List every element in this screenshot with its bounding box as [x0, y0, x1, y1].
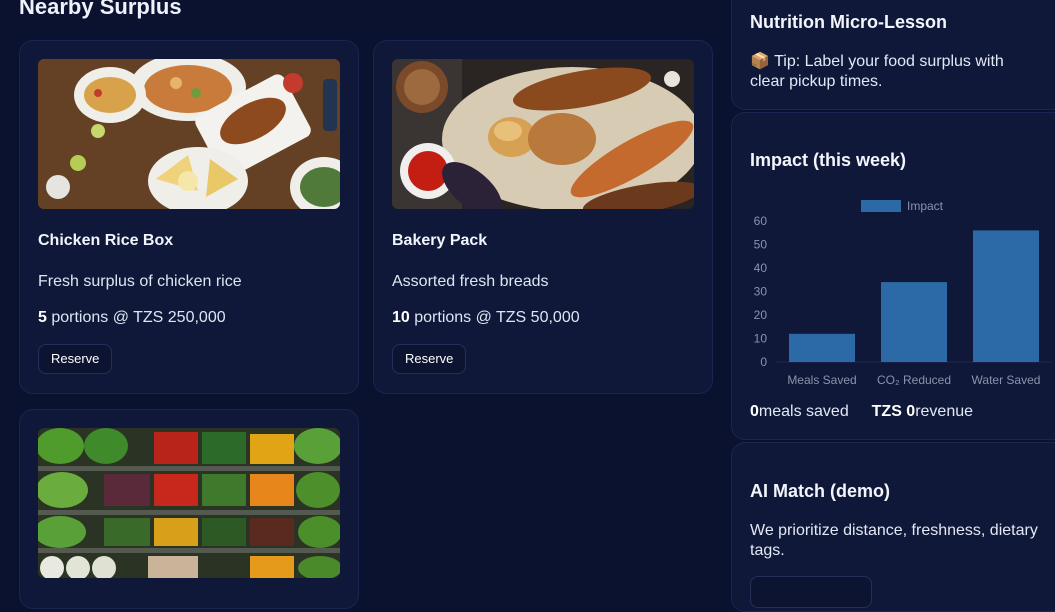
bar — [789, 333, 855, 362]
y-tick-label: 0 — [760, 355, 767, 369]
y-tick-label: 10 — [754, 332, 768, 346]
listing-image — [38, 428, 340, 578]
nutrition-lesson-panel: Nutrition Micro-Lesson 📦 Tip: Label your… — [731, 0, 1055, 110]
lesson-tip: 📦 Tip: Label your food surplus with clea… — [750, 52, 1040, 92]
listing-card: Chicken Rice Box Fresh surplus of chicke… — [19, 40, 359, 394]
x-tick-label: Water Saved — [972, 373, 1041, 387]
reserve-button[interactable]: Reserve — [38, 344, 113, 374]
ai-match-button[interactable] — [750, 576, 872, 608]
listing-image — [392, 59, 694, 209]
x-tick-label: Meals Saved — [787, 373, 856, 387]
ai-match-text: We prioritize distance, freshness, dieta… — [750, 522, 1038, 559]
listing-quantity: 10 portions @ TZS 50,000 — [392, 309, 580, 327]
portion-count: 10 — [392, 309, 410, 326]
revenue-value: TZS 0 — [871, 403, 916, 420]
portion-price: portions @ TZS 50,000 — [409, 309, 580, 326]
revenue-label: revenue — [915, 403, 974, 420]
lesson-tip-text: Tip: Label your food surplus with clear … — [750, 53, 1004, 90]
listing-description: Assorted fresh breads — [392, 273, 549, 290]
listing-image — [38, 59, 340, 209]
legend-label: Impact — [907, 199, 944, 213]
impact-chart: 0 10 20 30 40 50 60 Meals Saved CO₂ Reduced Water… — [754, 199, 1052, 387]
listing-card: Bakery Pack Assorted fresh breads 10 por… — [373, 40, 713, 394]
listing-name: Chicken Rice Box — [38, 232, 174, 249]
portion-price: portions @ TZS 250,000 — [46, 309, 226, 326]
impact-panel: Impact (this week) 0 10 20 30 40 50 60 Meals Sa… — [731, 112, 1055, 440]
package-icon: 📦 — [750, 53, 770, 70]
listing-quantity: 5 portions @ TZS 250,000 — [38, 309, 226, 327]
y-tick-label: 30 — [754, 285, 768, 299]
bar — [881, 282, 947, 362]
impact-stats: 0meals saved TZS 0revenue — [750, 403, 973, 421]
y-tick-label: 60 — [754, 214, 768, 228]
lesson-title: Nutrition Micro-Lesson — [750, 12, 947, 32]
ai-match-title: AI Match (demo) — [750, 481, 891, 501]
listing-description: Fresh surplus of chicken rice — [38, 273, 242, 290]
meals-saved-value: 0 — [750, 403, 759, 420]
reserve-button[interactable]: Reserve — [392, 344, 467, 374]
bar — [973, 230, 1039, 362]
portion-count: 5 — [38, 309, 47, 326]
y-tick-label: 40 — [754, 261, 768, 275]
meals-saved-label: meals saved — [758, 403, 849, 420]
y-tick-label: 50 — [754, 238, 768, 252]
listing-name: Bakery Pack — [392, 232, 488, 249]
y-tick-label: 20 — [754, 308, 768, 322]
listing-card — [19, 409, 359, 609]
legend-swatch — [861, 200, 901, 212]
x-tick-label: CO₂ Reduced — [877, 373, 951, 387]
section-title: Nearby Surplus — [19, 0, 182, 19]
